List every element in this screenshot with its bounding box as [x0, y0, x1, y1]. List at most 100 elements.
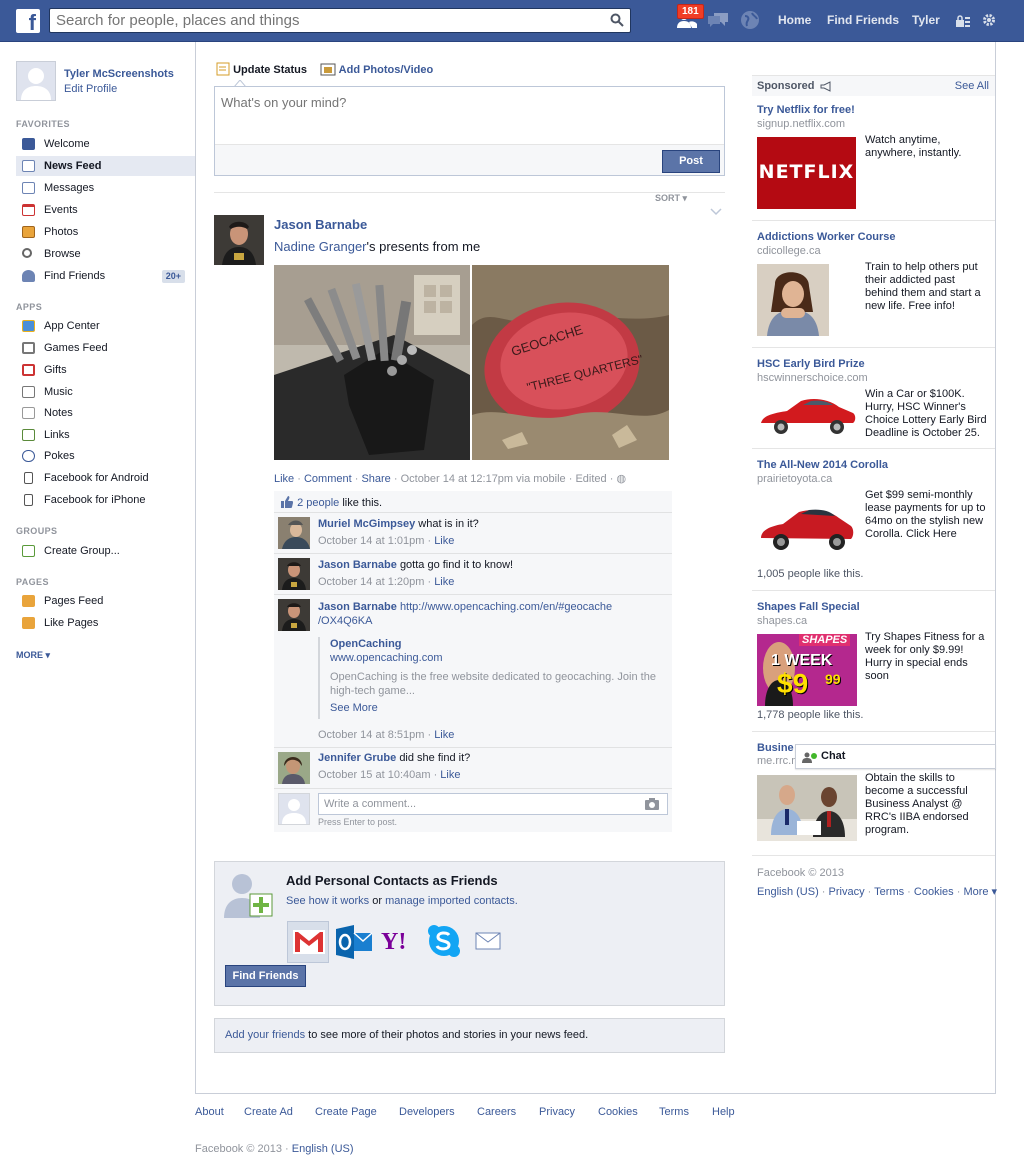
tagged-user-link[interactable]: Nadine Granger	[274, 239, 367, 254]
nav-profile[interactable]: Tyler	[912, 13, 940, 27]
messages-icon[interactable]	[706, 10, 730, 30]
comment-like-link[interactable]: Like	[434, 535, 454, 547]
tab-update-status[interactable]: Update Status	[216, 62, 307, 76]
megaphone-icon[interactable]	[820, 81, 833, 92]
skype-icon[interactable]	[426, 923, 462, 959]
camera-icon[interactable]	[645, 798, 659, 810]
sidebar-item-photos[interactable]: Photos	[16, 222, 195, 242]
add-your-friends-link[interactable]: Add your friends	[225, 1029, 305, 1041]
footer-create-page-link[interactable]: Create Page	[315, 1106, 377, 1118]
ad-image-netflix[interactable]: NETFLIX	[757, 137, 856, 209]
ad-title-corolla[interactable]: The All-New 2014 Corolla	[757, 459, 888, 471]
privacy-link[interactable]: Privacy	[829, 886, 865, 898]
comment-like-link[interactable]: Like	[434, 576, 454, 588]
user-name-link[interactable]: Tyler McScreenshots	[64, 68, 174, 80]
comment-like-link[interactable]: Like	[440, 769, 460, 781]
commenter-avatar[interactable]	[278, 599, 310, 631]
ad-title-business[interactable]: Busine	[757, 742, 794, 754]
language-link[interactable]: English (US)	[757, 886, 819, 898]
nav-find-friends[interactable]: Find Friends	[827, 13, 899, 27]
sidebar-item-messages[interactable]: Messages	[16, 178, 195, 198]
footer-about-link[interactable]: About	[195, 1106, 224, 1118]
sidebar-item-browse[interactable]: Browse	[16, 244, 195, 264]
outlook-icon[interactable]	[336, 925, 372, 959]
footer-create-ad-link[interactable]: Create Ad	[244, 1106, 293, 1118]
tab-add-photos[interactable]: Add Photos/Video	[320, 62, 433, 76]
share-link[interactable]: Share	[361, 473, 390, 485]
sidebar-item-android[interactable]: Facebook for Android	[16, 468, 195, 488]
ad-title-hsc[interactable]: HSC Early Bird Prize	[757, 358, 865, 370]
terms-link[interactable]: Terms	[874, 886, 904, 898]
commenter-name-link[interactable]: Jennifer Grube	[318, 752, 396, 764]
ad-image-corolla[interactable]	[757, 492, 857, 564]
ad-title-shapes[interactable]: Shapes Fall Special	[757, 601, 860, 613]
commenter-avatar[interactable]	[278, 517, 310, 549]
sidebar-item-games-feed[interactable]: Games Feed	[16, 338, 195, 358]
edited-label[interactable]: Edited	[575, 473, 606, 485]
comment-link[interactable]: Comment	[304, 473, 352, 485]
footer-careers-link[interactable]: Careers	[477, 1106, 516, 1118]
sidebar-item-news-feed[interactable]: News Feed	[16, 156, 195, 176]
story-photo-geocache[interactable]: GEOCACHE "THREE QUARTERS"	[472, 265, 669, 460]
post-button[interactable]: Post	[662, 150, 720, 173]
nav-home[interactable]: Home	[778, 13, 811, 27]
manage-contacts-link[interactable]: manage imported contacts.	[385, 895, 518, 907]
footer-terms-link[interactable]: Terms	[659, 1106, 689, 1118]
sidebar-item-notes[interactable]: Notes	[16, 403, 195, 423]
settings-gear-icon[interactable]	[982, 13, 996, 27]
link-preview[interactable]: OpenCaching www.opencaching.com OpenCach…	[318, 637, 658, 719]
author-avatar[interactable]	[214, 215, 264, 265]
sidebar-item-music[interactable]: Music	[16, 382, 195, 402]
email-envelope-icon[interactable]	[475, 932, 501, 950]
see-all-ads-link[interactable]: See All	[955, 80, 989, 92]
commenter-name-link[interactable]: Jason Barnabe	[318, 601, 397, 613]
privacy-shortcuts-icon[interactable]	[955, 14, 971, 28]
likers-link[interactable]: 2 people	[297, 497, 339, 509]
more-link[interactable]: More ▾	[963, 886, 997, 898]
footer-language-link[interactable]: English (US)	[292, 1143, 354, 1155]
see-how-it-works-link[interactable]: See how it works	[286, 895, 369, 907]
search-icon[interactable]	[610, 13, 624, 27]
sidebar-item-like-pages[interactable]: Like Pages	[16, 613, 195, 633]
footer-privacy-link[interactable]: Privacy	[539, 1106, 575, 1118]
sidebar-item-app-center[interactable]: App Center	[16, 316, 195, 336]
sidebar-item-welcome[interactable]: Welcome	[16, 134, 195, 154]
status-input[interactable]	[215, 87, 724, 145]
story-author-link[interactable]: Jason Barnabe	[274, 217, 367, 232]
find-friends-button[interactable]: Find Friends	[225, 965, 306, 987]
notifications-globe-icon[interactable]	[740, 10, 760, 30]
commenter-name-link[interactable]: Jason Barnabe	[318, 559, 397, 571]
sidebar-item-gifts[interactable]: Gifts	[16, 360, 195, 380]
gmail-provider-button[interactable]	[287, 921, 329, 963]
sort-menu[interactable]: SORT ▾	[651, 193, 692, 204]
footer-help-link[interactable]: Help	[712, 1106, 735, 1118]
footer-developers-link[interactable]: Developers	[399, 1106, 455, 1118]
chat-tab[interactable]: Chat	[795, 744, 996, 769]
ad-title-netflix[interactable]: Try Netflix for free!	[757, 104, 855, 116]
commenter-avatar[interactable]	[278, 558, 310, 590]
commenter-name-link[interactable]: Muriel McGimpsey	[318, 518, 415, 530]
preview-title[interactable]: OpenCaching	[330, 637, 658, 651]
preview-url[interactable]: www.opencaching.com	[330, 651, 658, 665]
search-box[interactable]	[49, 8, 631, 33]
preview-see-more-link[interactable]: See More	[330, 701, 658, 715]
sidebar-item-pages-feed[interactable]: Pages Feed	[16, 591, 195, 611]
edit-profile-link[interactable]: Edit Profile	[64, 83, 117, 95]
story-timestamp[interactable]: October 14 at 12:17pm via mobile	[401, 473, 566, 485]
search-input[interactable]	[50, 9, 590, 32]
sidebar-item-pokes[interactable]: Pokes	[16, 446, 195, 466]
commenter-avatar[interactable]	[278, 752, 310, 784]
sidebar-item-links[interactable]: Links	[16, 425, 195, 445]
user-avatar[interactable]	[16, 61, 56, 101]
ad-image-business[interactable]	[757, 775, 857, 841]
comment-input[interactable]: Write a comment...	[318, 793, 668, 815]
like-link[interactable]: Like	[274, 473, 294, 485]
comment-like-link[interactable]: Like	[434, 729, 454, 741]
ad-image-sad-girl[interactable]	[757, 264, 829, 336]
footer-cookies-link[interactable]: Cookies	[598, 1106, 638, 1118]
sidebar-item-events[interactable]: Events	[16, 200, 195, 220]
sidebar-more-link[interactable]: MORE ▾	[16, 650, 50, 661]
yahoo-icon[interactable]: Y!	[381, 929, 406, 956]
ad-image-red-car[interactable]	[757, 391, 857, 441]
sidebar-item-iphone[interactable]: Facebook for iPhone	[16, 490, 195, 510]
